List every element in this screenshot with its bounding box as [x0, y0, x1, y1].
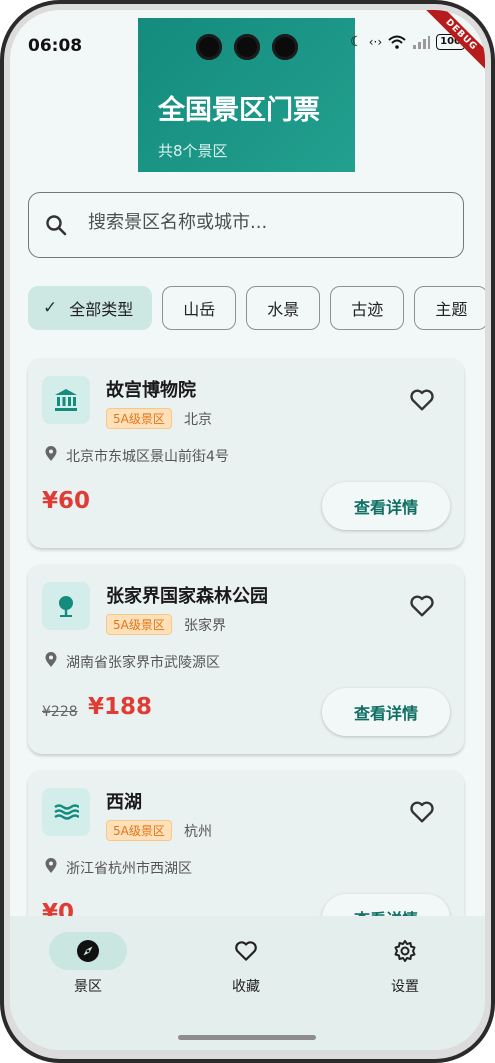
spot-thumbnail [42, 582, 90, 630]
favorite-heart-icon[interactable] [408, 386, 436, 414]
spot-card[interactable]: 故宫博物院 5A级景区 北京 北京市东城区景山前街4号 ¥60 查看详情 [28, 358, 464, 548]
location-pin-icon [45, 446, 57, 461]
level-badge: 5A级景区 [106, 614, 172, 635]
nav-label: 设置 [391, 979, 419, 995]
category-filter-bar: ✓ 全部类型 山岳 水景 古迹 主题 [28, 286, 485, 330]
search-icon [46, 215, 67, 236]
status-time: 06:08 [28, 36, 83, 56]
spot-address: 湖南省张家界市武陵源区 [66, 655, 220, 671]
check-icon: ✓ [43, 298, 58, 318]
location-pin-icon [45, 652, 57, 667]
camera-lens [234, 34, 260, 60]
spot-count: 共8个景区 [158, 142, 228, 160]
wifi-icon [388, 35, 406, 49]
spot-city: 杭州 [184, 824, 212, 840]
nav-label: 收藏 [232, 979, 260, 995]
spot-name: 张家界国家森林公园 [106, 586, 268, 607]
spot-name: 故宫博物院 [106, 380, 196, 401]
search-input[interactable] [86, 211, 440, 234]
spot-city: 北京 [184, 412, 212, 428]
camera-lens [196, 34, 222, 60]
filter-chip-label: 山岳 [183, 300, 216, 319]
compass-icon [77, 940, 99, 962]
spot-thumbnail [42, 376, 90, 424]
spot-name: 西湖 [106, 792, 142, 813]
filter-chip-label: 主题 [435, 300, 468, 319]
bottom-navigation: 景区 收藏 设置 [10, 916, 485, 1050]
status-icons: ☾ ‹·› 100 [350, 34, 465, 50]
data-transfer-icon: ‹·› [368, 35, 383, 49]
nav-active-indicator [49, 932, 127, 970]
heart-icon [235, 941, 257, 961]
gear-icon [394, 940, 416, 962]
nav-item-settings[interactable]: 设置 [355, 932, 455, 996]
spot-price: ¥188 [88, 694, 153, 720]
nav-icon-wrap [366, 932, 444, 970]
signal-icon [413, 36, 431, 49]
original-price: ¥228 [42, 704, 78, 720]
filter-chip-mountain[interactable]: 山岳 [162, 286, 237, 330]
level-badge: 5A级景区 [106, 408, 172, 429]
water-icon [54, 804, 79, 820]
camera-lens [272, 34, 298, 60]
level-badge: 5A级景区 [106, 820, 172, 841]
spot-address: 北京市东城区景山前街4号 [66, 449, 229, 465]
tree-icon [59, 596, 73, 617]
search-box[interactable] [28, 192, 464, 258]
location-pin-icon [45, 858, 57, 873]
moon-icon: ☾ [350, 34, 363, 50]
nav-label: 景区 [74, 979, 102, 995]
spot-card[interactable]: 张家界国家森林公园 5A级景区 张家界 湖南省张家界市武陵源区 ¥228 ¥18… [28, 564, 464, 754]
view-details-button[interactable]: 查看详情 [322, 482, 450, 530]
camera-cutout [196, 34, 298, 60]
filter-chip-label: 全部类型 [69, 300, 134, 319]
filter-chip-label: 古迹 [351, 300, 384, 319]
filter-chip-all[interactable]: ✓ 全部类型 [28, 286, 153, 330]
filter-chip-label: 水景 [267, 300, 300, 319]
spot-city: 张家界 [184, 618, 226, 634]
app-screen: 全国景区门票 共8个景区 06:08 ☾ ‹·› 100 DEBUG ✓ 全部类… [10, 10, 485, 1050]
favorite-heart-icon[interactable] [408, 798, 436, 826]
spot-thumbnail [42, 788, 90, 836]
museum-icon [55, 389, 77, 411]
nav-icon-wrap [207, 932, 285, 970]
spot-address: 浙江省杭州市西湖区 [66, 861, 192, 877]
status-bar: 06:08 ☾ ‹·› 100 DEBUG [10, 10, 485, 73]
page-title: 全国景区门票 [158, 95, 320, 126]
nav-item-spots[interactable]: 景区 [38, 932, 138, 996]
home-indicator [178, 1035, 316, 1040]
filter-chip-water[interactable]: 水景 [246, 286, 321, 330]
filter-chip-historic[interactable]: 古迹 [330, 286, 405, 330]
view-details-button[interactable]: 查看详情 [322, 688, 450, 736]
nav-item-favorites[interactable]: 收藏 [196, 932, 296, 996]
spot-price: ¥60 [42, 488, 91, 514]
favorite-heart-icon[interactable] [408, 592, 436, 620]
filter-chip-theme[interactable]: 主题 [414, 286, 485, 330]
